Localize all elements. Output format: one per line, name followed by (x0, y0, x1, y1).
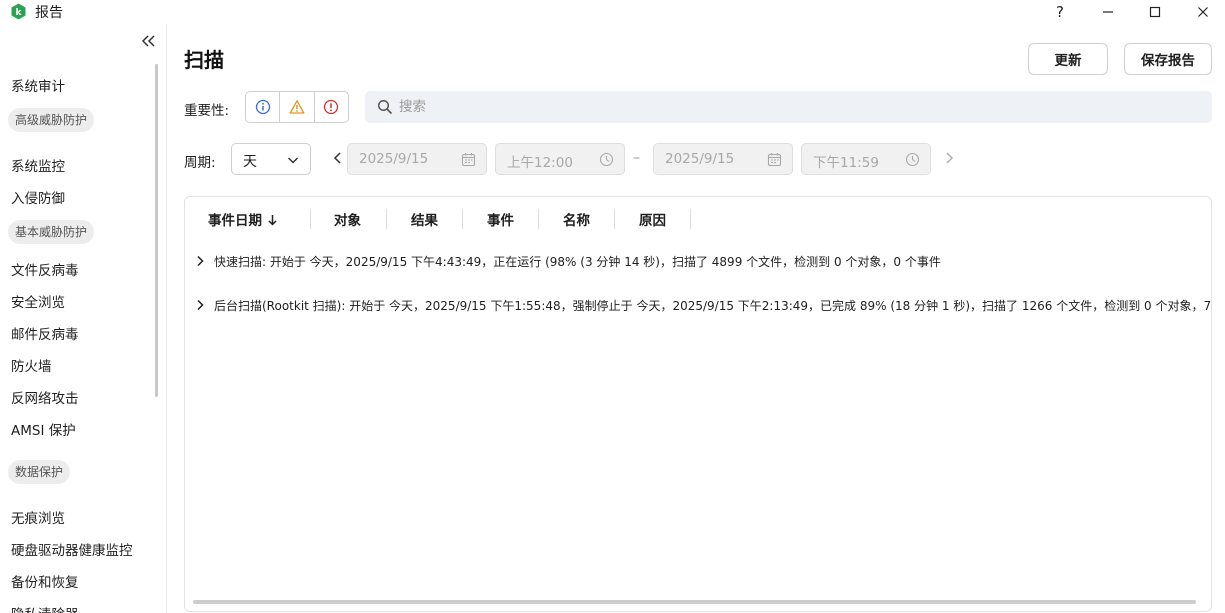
start-date-field[interactable]: 2025/9/15 (347, 143, 487, 175)
column-separator[interactable] (310, 209, 311, 229)
close-icon (1198, 7, 1208, 17)
importance-critical-button[interactable] (315, 92, 348, 122)
horizontal-scrollbar[interactable] (193, 600, 1196, 604)
clock-icon (599, 152, 614, 167)
importance-warning-button[interactable] (280, 92, 315, 122)
range-separator: – (633, 150, 640, 166)
svg-text:k: k (16, 8, 23, 18)
search-box (365, 91, 1212, 123)
sidebar-group-header: 高级威胁防护 (8, 108, 95, 132)
close-button[interactable] (1180, 0, 1225, 24)
sidebar-item[interactable]: 文件反病毒 (11, 259, 79, 279)
chevron-right-icon[interactable] (195, 299, 205, 311)
sidebar-group-header: 基本威胁防护 (8, 220, 95, 244)
row-summary: 快速扫描: 开始于 今天，2025/9/15 下午4:43:49，正在运行 (9… (214, 255, 941, 269)
critical-icon (324, 99, 339, 115)
period-value: 天 (243, 154, 257, 170)
help-button[interactable]: ? (1037, 0, 1083, 24)
column-header-event-date[interactable]: 事件日期 (208, 209, 278, 229)
chevron-down-icon (287, 157, 299, 164)
sidebar-item[interactable]: 防火墙 (11, 355, 52, 375)
start-time-field[interactable]: 上午12:00 (495, 143, 625, 175)
warning-icon (289, 100, 305, 114)
sidebar-item[interactable]: 系统审计 (11, 75, 65, 95)
previous-period-icon[interactable] (332, 151, 344, 165)
chevron-right-icon[interactable] (195, 255, 205, 267)
search-input[interactable] (399, 91, 1199, 123)
column-header-name[interactable]: 名称 (563, 209, 590, 229)
maximize-button[interactable] (1132, 0, 1178, 24)
sidebar-group-header: 数据保护 (8, 460, 71, 484)
sidebar-item[interactable]: 反网络攻击 (11, 387, 79, 407)
importance-filter (245, 91, 349, 123)
sidebar-item[interactable]: 隐私清除器 (11, 603, 79, 613)
column-separator[interactable] (462, 209, 463, 229)
sort-descending-icon (268, 215, 277, 226)
title-bar: k 报告 ? (0, 0, 1225, 24)
sidebar-item[interactable]: AMSI 保护 (11, 419, 76, 439)
column-separator[interactable] (538, 209, 539, 229)
clock-icon (905, 152, 920, 167)
sidebar-item[interactable]: 备份和恢复 (11, 571, 79, 591)
column-separator[interactable] (690, 209, 691, 229)
sidebar-item[interactable]: 系统监控 (11, 155, 65, 175)
importance-label: 重要性: (184, 103, 230, 119)
calendar-icon (461, 153, 476, 167)
table-row[interactable]: 后台扫描(Rootkit 扫描): 开始于 今天，2025/9/15 下午1:5… (185, 291, 1211, 319)
search-icon (377, 99, 393, 115)
period-label: 周期: (184, 155, 216, 171)
end-date-value: 2025/9/15 (665, 151, 735, 167)
row-summary: 后台扫描(Rootkit 扫描): 开始于 今天，2025/9/15 下午1:5… (214, 299, 1212, 313)
table-row[interactable]: 快速扫描: 开始于 今天，2025/9/15 下午4:43:49，正在运行 (9… (185, 247, 1211, 275)
app-logo-icon: k (11, 3, 26, 20)
minimize-button[interactable] (1085, 0, 1131, 24)
sidebar-item[interactable]: 入侵防御 (11, 187, 65, 207)
importance-info-button[interactable] (246, 92, 281, 122)
window-title: 报告 (35, 5, 63, 21)
column-header-reason[interactable]: 原因 (639, 209, 666, 229)
page-title: 扫描 (184, 48, 224, 72)
maximize-icon (1149, 6, 1161, 18)
sidebar-item[interactable]: 无痕浏览 (11, 507, 65, 527)
column-header-object[interactable]: 对象 (334, 209, 361, 229)
calendar-icon (767, 153, 782, 167)
end-time-value: 下午11:59 (813, 155, 879, 171)
start-time-value: 上午12:00 (507, 155, 573, 171)
sidebar-item[interactable]: 硬盘驱动器健康监控 (11, 539, 133, 559)
column-separator[interactable] (614, 209, 615, 229)
end-time-field[interactable]: 下午11:59 (801, 143, 931, 175)
end-date-field[interactable]: 2025/9/15 (653, 143, 793, 175)
period-dropdown[interactable]: 天 (231, 143, 311, 175)
sidebar-item[interactable]: 安全浏览 (11, 291, 65, 311)
collapse-sidebar-icon[interactable] (140, 32, 158, 50)
save-report-button[interactable]: 保存报告 (1124, 43, 1212, 75)
minimize-icon (1103, 11, 1113, 13)
sidebar: 系统审计高级威胁防护系统监控入侵防御基本威胁防护文件反病毒安全浏览邮件反病毒防火… (0, 24, 167, 613)
events-table: 事件日期 对象 结果 事件 名称 原因 快速扫描: 开始于 今天，2025/9/… (184, 196, 1212, 612)
sidebar-scrollbar[interactable] (155, 64, 158, 397)
next-period-icon[interactable] (943, 151, 955, 165)
sidebar-item[interactable]: 邮件反病毒 (11, 323, 79, 343)
update-button[interactable]: 更新 (1028, 43, 1108, 75)
column-separator[interactable] (386, 209, 387, 229)
column-header-event[interactable]: 事件 (487, 209, 514, 229)
column-header-result[interactable]: 结果 (411, 209, 438, 229)
info-icon (255, 99, 270, 115)
start-date-value: 2025/9/15 (359, 151, 429, 167)
